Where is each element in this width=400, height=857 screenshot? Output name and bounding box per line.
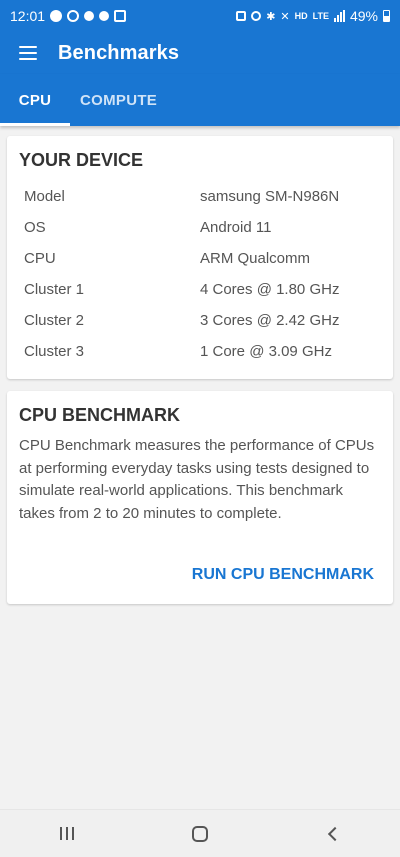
recents-icon [60, 827, 74, 840]
page-title: Benchmarks [58, 42, 179, 65]
spec-value: samsung SM-N986N [200, 188, 393, 205]
chat-bubble-icon [99, 11, 109, 21]
status-right: ✱ ✕ HD LTE 49% [236, 8, 390, 24]
spec-row-cluster-3: Cluster 3 1 Core @ 3.09 GHz [7, 336, 393, 367]
spec-key: Cluster 2 [7, 312, 200, 329]
mute-icon: ✕ [280, 10, 289, 23]
spec-key: Cluster 3 [7, 343, 200, 360]
bluetooth-icon: ✱ [266, 10, 275, 23]
spec-value: 3 Cores @ 2.42 GHz [200, 312, 393, 329]
spec-key: OS [7, 219, 200, 236]
run-cpu-benchmark-button[interactable]: RUN CPU BENCHMARK [192, 566, 374, 584]
system-nav-bar [0, 809, 400, 857]
spec-value: ARM Qualcomm [200, 250, 393, 267]
settings-icon [50, 10, 62, 22]
status-time: 12:01 [10, 8, 45, 24]
back-button[interactable] [303, 810, 363, 857]
benchmark-description: CPU Benchmark measures the performance o… [7, 426, 393, 525]
spec-value: Android 11 [200, 219, 393, 236]
home-icon [192, 826, 208, 842]
spec-row-cluster-2: Cluster 2 3 Cores @ 2.42 GHz [7, 305, 393, 336]
status-bar: 12:01 ✱ ✕ HD LTE 49% [0, 0, 400, 32]
signal-icon [334, 10, 345, 22]
cpu-benchmark-card: CPU BENCHMARK CPU Benchmark measures the… [7, 391, 393, 604]
spec-key: Model [7, 188, 200, 205]
image-icon [114, 10, 126, 22]
spec-row-cpu: CPU ARM Qualcomm [7, 243, 393, 274]
status-left: 12:01 [10, 8, 126, 24]
lte-label: LTE [313, 12, 329, 21]
tab-bar: CPU COMPUTE [0, 74, 400, 126]
tab-cpu[interactable]: CPU [0, 74, 70, 126]
spec-row-model: Model samsung SM-N986N [7, 181, 393, 212]
battery-icon [383, 10, 390, 22]
spec-value: 4 Cores @ 1.80 GHz [200, 281, 393, 298]
app-bar: Benchmarks [0, 32, 400, 74]
circle-app-icon [67, 10, 79, 22]
home-button[interactable] [170, 810, 230, 857]
spec-row-os: OS Android 11 [7, 212, 393, 243]
spec-key: Cluster 1 [7, 281, 200, 298]
benchmark-card-title: CPU BENCHMARK [7, 391, 393, 426]
spec-row-cluster-1: Cluster 1 4 Cores @ 1.80 GHz [7, 274, 393, 305]
device-card-title: YOUR DEVICE [7, 136, 393, 171]
device-spec-table: Model samsung SM-N986N OS Android 11 CPU… [7, 181, 393, 367]
hamburger-menu-icon [19, 46, 37, 60]
alarm-icon [251, 11, 261, 21]
reddit-icon [84, 11, 94, 21]
spec-value: 1 Core @ 3.09 GHz [200, 343, 393, 360]
spec-key: CPU [7, 250, 200, 267]
tab-compute[interactable]: COMPUTE [70, 74, 169, 126]
device-card: YOUR DEVICE Model samsung SM-N986N OS An… [7, 136, 393, 379]
battery-percent: 49% [350, 8, 378, 24]
back-icon [328, 826, 342, 840]
recents-button[interactable] [37, 810, 97, 857]
hd-label: HD [295, 12, 308, 21]
menu-button[interactable] [0, 32, 56, 74]
lock-icon [236, 11, 246, 21]
